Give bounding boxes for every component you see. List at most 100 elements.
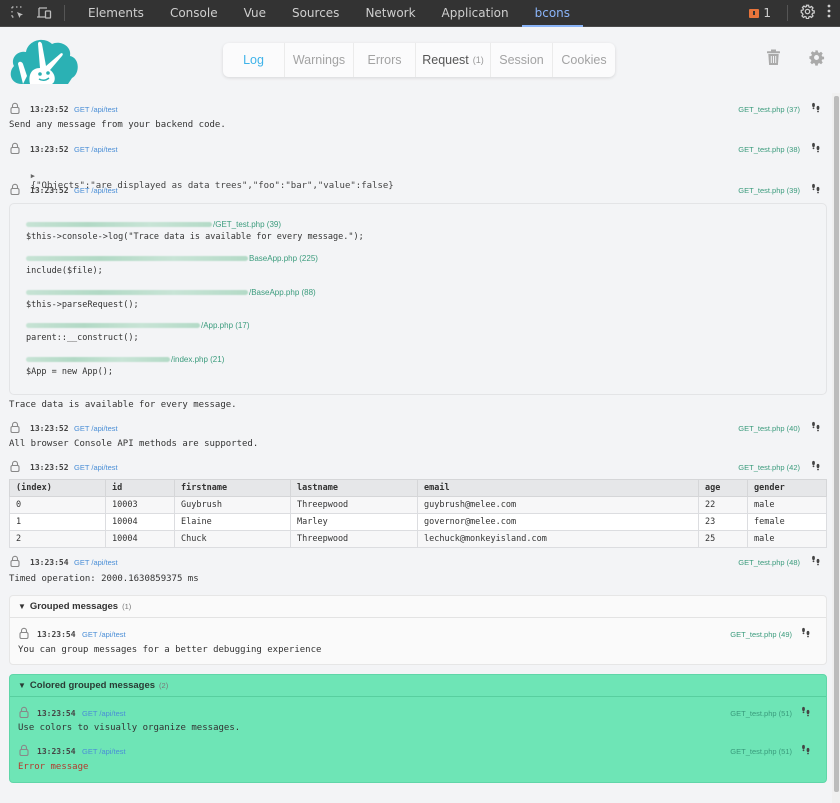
trace-file-name: /index.php (21) — [171, 355, 225, 364]
device-toolbar-icon[interactable] — [36, 5, 52, 21]
issues-count: 1 — [763, 6, 771, 20]
table-cell: 10003 — [105, 496, 175, 514]
trace-file-link[interactable]: /BaseApp.php (88) — [26, 288, 316, 297]
log-message: Trace data is available for every messag… — [9, 400, 237, 410]
expand-triangle-icon[interactable]: ▶ — [31, 172, 35, 180]
toolbar-divider — [64, 5, 65, 21]
table-cell: Threepwood — [290, 496, 418, 514]
issue-flag-icon — [749, 8, 760, 18]
tab-warnings-label: Warnings — [292, 53, 346, 67]
redacted-path — [26, 357, 170, 362]
column-header[interactable]: lastname — [290, 479, 418, 497]
group-header[interactable]: ▼ Colored grouped messages (2) — [10, 675, 826, 697]
log-file-link[interactable]: GET_test.php (49) — [730, 630, 792, 639]
collapse-triangle-icon: ▼ — [18, 681, 26, 690]
table-cell: Marley — [290, 513, 418, 531]
devtools-tab-sources[interactable]: Sources — [279, 0, 352, 27]
devtools-tab-elements[interactable]: Elements — [75, 0, 157, 27]
devtools-tab-vue[interactable]: Vue — [231, 0, 279, 27]
log-request-link[interactable]: GET /api/test — [82, 630, 126, 639]
log-file-link[interactable]: GET_test.php (37) — [738, 105, 800, 114]
table-cell: male — [747, 496, 827, 514]
footprints-trace-icon[interactable] — [810, 183, 822, 195]
tab-request[interactable]: Request (1) — [416, 43, 491, 77]
footprints-trace-icon[interactable] — [800, 706, 812, 718]
log-message: You can group messages for a better debu… — [18, 645, 322, 655]
table-cell: Elaine — [174, 513, 291, 531]
table-cell: male — [747, 530, 827, 548]
log-request-link[interactable]: GET /api/test — [74, 186, 118, 195]
tab-errors[interactable]: Errors — [354, 43, 416, 77]
column-header[interactable]: (index) — [9, 479, 106, 497]
log-time: 13:23:54 — [37, 746, 76, 756]
toolbar-divider — [787, 5, 788, 21]
group-header[interactable]: ▼ Grouped messages (1) — [10, 596, 826, 618]
log-file-link[interactable]: GET_test.php (42) — [738, 463, 800, 472]
tab-warnings[interactable]: Warnings — [285, 43, 354, 77]
log-file-link[interactable]: GET_test.php (40) — [738, 424, 800, 433]
log-file-link[interactable]: GET_test.php (51) — [730, 709, 792, 718]
trace-file-link[interactable]: BaseApp.php (225) — [26, 254, 318, 263]
trash-icon[interactable] — [766, 49, 781, 71]
log-request-link[interactable]: GET /api/test — [74, 463, 118, 472]
tab-session[interactable]: Session — [491, 43, 553, 77]
issues-badge[interactable]: 1 — [741, 6, 779, 20]
log-time: 13:23:54 — [37, 708, 76, 718]
devtools-tab-console[interactable]: Console — [157, 0, 231, 27]
log-request-link[interactable]: GET /api/test — [82, 709, 126, 718]
log-request-link[interactable]: GET /api/test — [82, 747, 126, 756]
trace-file-link[interactable]: /App.php (17) — [26, 321, 249, 330]
devtools-tab-application[interactable]: Application — [429, 0, 522, 27]
log-request-link[interactable]: GET /api/test — [74, 558, 118, 567]
footprints-trace-icon[interactable] — [810, 102, 822, 114]
tab-log-label: Log — [243, 53, 264, 67]
table-cell: Chuck — [174, 530, 291, 548]
column-header[interactable]: firstname — [174, 479, 291, 497]
inspect-element-icon[interactable] — [10, 5, 26, 21]
lock-icon — [10, 102, 20, 114]
footprints-trace-icon[interactable] — [800, 744, 812, 756]
trace-code: parent::__construct(); — [26, 333, 139, 343]
footprints-trace-icon[interactable] — [810, 142, 822, 154]
footprints-trace-icon[interactable] — [810, 555, 822, 567]
column-header[interactable]: id — [105, 479, 175, 497]
log-file-link[interactable]: GET_test.php (38) — [738, 145, 800, 154]
column-header[interactable]: age — [698, 479, 748, 497]
scrollbar-thumb[interactable] — [834, 96, 839, 792]
devtools-tab-network[interactable]: Network — [352, 0, 428, 27]
column-header[interactable]: email — [417, 479, 699, 497]
log-request-link[interactable]: GET /api/test — [74, 105, 118, 114]
trace-code: $this->parseRequest(); — [26, 300, 139, 310]
devtools-settings-icon[interactable] — [796, 4, 818, 23]
footprints-trace-icon[interactable] — [810, 421, 822, 433]
log-file-link[interactable]: GET_test.php (51) — [730, 747, 792, 756]
column-header[interactable]: gender — [747, 479, 827, 497]
log-entry-meta: 13:23:52 GET /api/test GET_test.php (37) — [0, 101, 830, 117]
group-title: Colored grouped messages — [29, 680, 156, 691]
trace-file-link[interactable]: /index.php (21) — [26, 355, 224, 364]
trace-file-name: BaseApp.php (225) — [249, 254, 318, 263]
log-entry-meta: 13:23:52 GET /api/test GET_test.php (39) — [0, 182, 830, 198]
devtools-tab-bcons[interactable]: bcons — [521, 0, 584, 27]
log-file-link[interactable]: GET_test.php (39) — [738, 186, 800, 195]
log-request-link[interactable]: GET /api/test — [74, 424, 118, 433]
more-options-icon[interactable] — [818, 4, 840, 22]
tab-log[interactable]: Log — [223, 43, 285, 77]
log-file-link[interactable]: GET_test.php (48) — [738, 558, 800, 567]
tab-request-count: (1) — [472, 55, 484, 65]
log-time: 13:23:52 — [30, 423, 69, 433]
trace-file-link[interactable]: /GET_test.php (39) — [26, 220, 281, 229]
footprints-trace-icon[interactable] — [800, 627, 812, 639]
tab-cookies-label: Cookies — [561, 53, 607, 67]
log-filter-tabs: Log Warnings Errors Request (1) Session C… — [223, 43, 615, 77]
log-request-link[interactable]: GET /api/test — [74, 145, 118, 154]
lock-icon — [10, 460, 20, 472]
error-message: Error message — [18, 762, 89, 772]
table-cell: Threepwood — [290, 530, 418, 548]
footprints-trace-icon[interactable] — [810, 460, 822, 472]
colored-message-group: ▼ Colored grouped messages (2) 13:23:54 … — [9, 674, 827, 783]
log-entry-meta: 13:23:54 GET /api/test GET_test.php (51) — [10, 743, 826, 759]
gear-icon[interactable] — [808, 49, 825, 71]
stack-trace-panel: /GET_test.php (39) $this->console->log("… — [9, 203, 827, 395]
tab-cookies[interactable]: Cookies — [553, 43, 615, 77]
